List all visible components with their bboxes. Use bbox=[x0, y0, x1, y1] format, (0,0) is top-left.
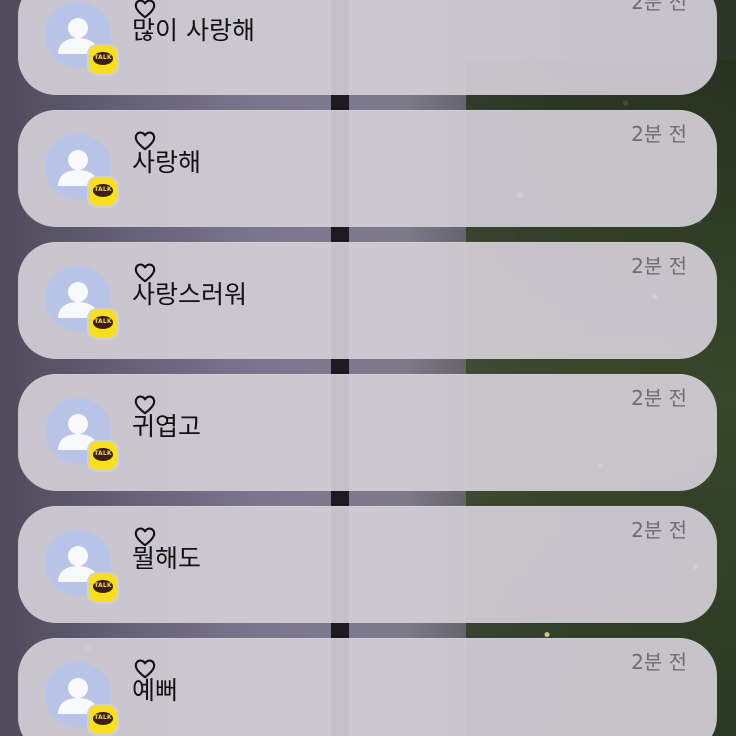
notification-card[interactable]: TALK 귀엽고 2분 전 bbox=[18, 374, 717, 491]
notification-card[interactable]: TALK 많이 사랑해 2분 전 bbox=[18, 0, 717, 95]
sender-avatar: TALK bbox=[45, 134, 117, 206]
sender-avatar: TALK bbox=[45, 2, 117, 74]
app-badge-label: TALK bbox=[94, 54, 112, 61]
notification-card[interactable]: TALK 예뻐 2분 전 bbox=[18, 638, 717, 736]
app-badge-label: TALK bbox=[94, 318, 112, 325]
notification-timestamp: 2분 전 bbox=[631, 518, 687, 542]
kakaotalk-app-icon: TALK bbox=[89, 178, 117, 206]
app-badge-label: TALK bbox=[94, 450, 112, 457]
notification-timestamp: 2분 전 bbox=[631, 122, 687, 146]
notification-timestamp: 2분 전 bbox=[631, 650, 687, 674]
app-badge-label: TALK bbox=[94, 714, 112, 721]
notification-message: 귀엽고 bbox=[132, 412, 202, 441]
notification-timestamp: 2분 전 bbox=[631, 0, 687, 14]
notification-timestamp: 2분 전 bbox=[631, 386, 687, 410]
sender-avatar: TALK bbox=[45, 266, 117, 338]
app-badge-label: TALK bbox=[94, 186, 112, 193]
kakaotalk-app-icon: TALK bbox=[89, 442, 117, 470]
kakaotalk-app-icon: TALK bbox=[89, 46, 117, 74]
sender-avatar: TALK bbox=[45, 530, 117, 602]
kakaotalk-app-icon: TALK bbox=[89, 310, 117, 338]
notification-message: 사랑스러워 bbox=[132, 280, 248, 309]
kakaotalk-app-icon: TALK bbox=[89, 706, 117, 734]
kakaotalk-app-icon: TALK bbox=[89, 574, 117, 602]
notification-card[interactable]: TALK 뭘해도 2분 전 bbox=[18, 506, 717, 623]
notification-message: 예뻐 bbox=[132, 676, 179, 705]
notification-timestamp: 2분 전 bbox=[631, 254, 687, 278]
notification-message: 많이 사랑해 bbox=[132, 16, 255, 45]
notification-card[interactable]: TALK 사랑해 2분 전 bbox=[18, 110, 717, 227]
app-badge-label: TALK bbox=[94, 582, 112, 589]
sender-avatar: TALK bbox=[45, 662, 117, 734]
notification-message: 사랑해 bbox=[132, 148, 202, 177]
sender-avatar: TALK bbox=[45, 398, 117, 470]
notification-card[interactable]: TALK 사랑스러워 2분 전 bbox=[18, 242, 717, 359]
notification-message: 뭘해도 bbox=[132, 544, 202, 573]
